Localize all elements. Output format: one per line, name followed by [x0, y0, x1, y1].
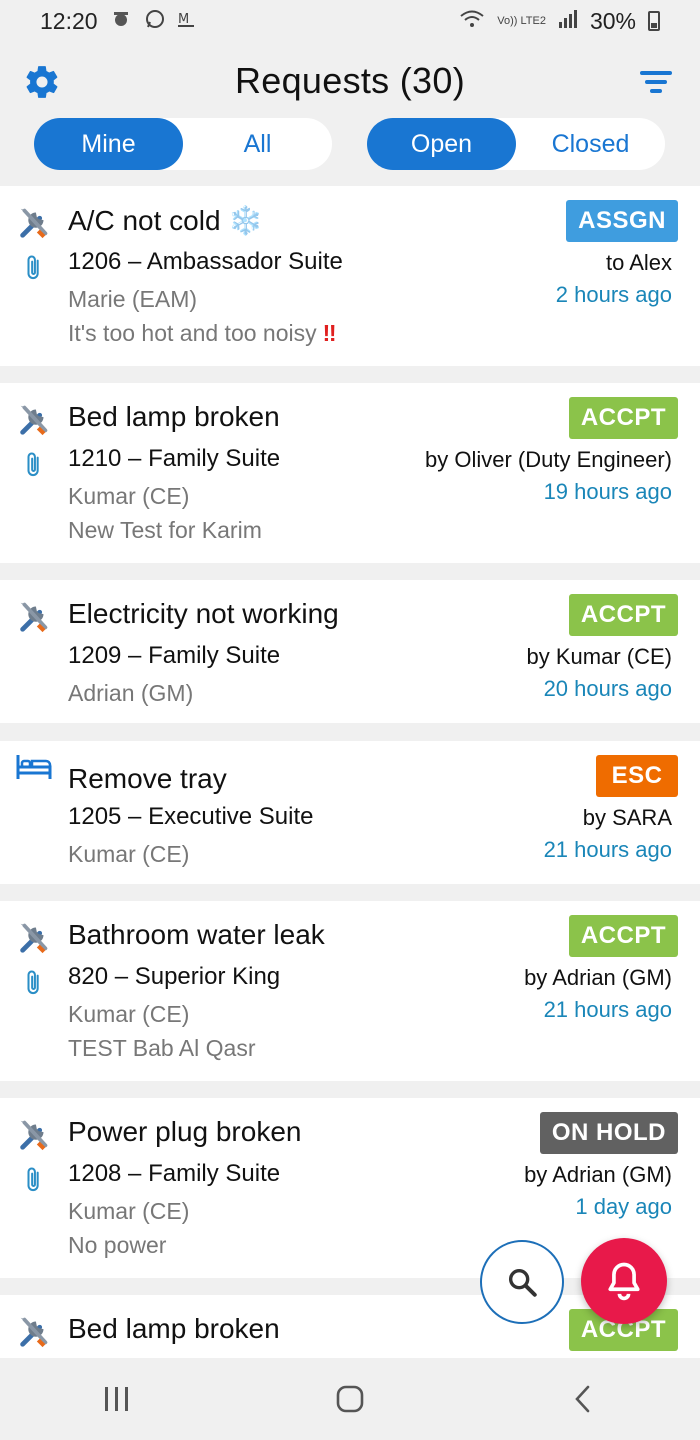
request-time: 21 hours ago	[543, 837, 672, 862]
svg-text:M: M	[178, 12, 189, 27]
request-assignee: by Adrian (GM)	[524, 965, 672, 990]
request-time: 2 hours ago	[555, 282, 672, 307]
battery-level: 30%	[589, 7, 636, 34]
request-assignee: by SARA	[582, 805, 672, 830]
segment-all[interactable]: All	[183, 118, 332, 170]
gear-icon	[26, 66, 58, 98]
request-time: 19 hours ago	[543, 479, 672, 504]
request-reporter: Marie (EAM)	[68, 286, 198, 312]
back-button[interactable]	[543, 1369, 623, 1429]
request-title: Bed lamp broken	[68, 401, 280, 432]
wrench-screwdriver-icon	[14, 1311, 54, 1351]
request-card[interactable]: Electricity not working 1209 – Family Su…	[0, 580, 700, 723]
request-room: 1208 – Family Suite	[68, 1160, 281, 1187]
signal-icon	[558, 8, 578, 35]
request-room: 1205 – Executive Suite	[68, 803, 314, 830]
state-toggle: Open Closed	[367, 118, 665, 170]
segment-closed[interactable]: Closed	[516, 118, 665, 170]
request-time: 21 hours ago	[543, 997, 672, 1022]
home-button[interactable]	[310, 1369, 390, 1429]
request-reporter: Adrian (GM)	[68, 680, 194, 706]
recent-apps-button[interactable]	[77, 1369, 157, 1429]
request-title: A/C not cold ❄️	[68, 205, 264, 236]
clock: 12:20	[40, 7, 98, 34]
network-label: Vo)) LTE2	[497, 14, 546, 27]
snowflake-emoji: ❄️	[228, 205, 264, 236]
request-room: 1206 – Ambassador Suite	[68, 248, 343, 275]
request-list: A/C not cold ❄️ 1206 – Ambassador Suite …	[0, 186, 700, 1358]
status-badge: ASSGN	[566, 200, 678, 242]
request-card[interactable]: A/C not cold ❄️ 1206 – Ambassador Suite …	[0, 186, 700, 366]
request-card[interactable]: Remove tray 1205 – Executive Suite Kumar…	[0, 741, 700, 884]
wrench-screwdriver-icon	[14, 399, 54, 439]
page-title: Requests (30)	[234, 60, 465, 101]
request-room: 1209 – Family Suite	[68, 642, 281, 669]
request-assignee: by Kumar (CE)	[526, 644, 672, 669]
whatsapp-icon	[144, 8, 166, 35]
status-badge: ESC	[596, 755, 678, 797]
wrench-screwdriver-icon	[14, 596, 54, 636]
request-title: Remove tray	[68, 763, 227, 794]
request-reporter: Kumar (CE)	[68, 483, 190, 509]
request-assignee: by Adrian (GM)	[524, 1162, 672, 1187]
owner-toggle: Mine All	[34, 118, 332, 170]
mail-icon: M	[177, 9, 196, 34]
request-room: 820 – Superior King	[68, 963, 281, 990]
request-note: New Test for Karim	[68, 517, 262, 543]
recent-apps-icon	[104, 1387, 128, 1411]
urgent-flag: ‼	[322, 320, 337, 346]
notification-bug-icon	[110, 8, 132, 35]
request-card[interactable]: Bathroom water leak 820 – Superior King …	[0, 901, 700, 1081]
wrench-screwdriver-icon	[14, 202, 54, 242]
request-reporter: Kumar (CE)	[68, 841, 190, 867]
status-bar: 12:20 M Vo)) LTE2 30%	[0, 0, 700, 42]
attachment-icon	[14, 963, 54, 1003]
request-room: 1210 – Family Suite	[68, 445, 281, 472]
system-nav-bar	[0, 1358, 700, 1440]
status-right: Vo)) LTE2 30%	[459, 8, 660, 35]
settings-button[interactable]	[22, 62, 62, 102]
request-card[interactable]: Bed lamp broken 1210 – Family Suite Kuma…	[0, 383, 700, 563]
request-title: Bed lamp broken	[68, 1313, 280, 1344]
request-note: It's too hot and too noisy ‼	[68, 320, 337, 346]
attachment-icon	[14, 248, 54, 288]
status-badge: ON HOLD	[539, 1112, 678, 1154]
attachment-icon	[14, 1160, 54, 1200]
request-assignee: by Oliver (Duty Engineer)	[425, 447, 672, 472]
segment-mine[interactable]: Mine	[34, 118, 183, 170]
wrench-screwdriver-icon	[14, 1114, 54, 1154]
battery-icon	[648, 11, 660, 31]
filter-icon	[640, 71, 672, 75]
bell-icon	[608, 1262, 640, 1301]
home-icon	[336, 1385, 364, 1413]
wifi-icon	[459, 8, 485, 35]
segment-controls: Mine All Open Closed	[0, 118, 700, 170]
status-left: 12:20 M	[40, 8, 196, 35]
status-badge: ACCPT	[568, 397, 678, 439]
request-title: Power plug broken	[68, 1116, 302, 1147]
request-title: Electricity not working	[68, 598, 339, 629]
new-request-button[interactable]	[581, 1238, 667, 1324]
request-time: 20 hours ago	[543, 676, 672, 701]
request-title: Bathroom water leak	[68, 919, 325, 950]
request-reporter: Kumar (CE)	[68, 1001, 190, 1027]
request-time: 1 day ago	[575, 1194, 672, 1219]
status-badge: ACCPT	[568, 915, 678, 957]
status-badge: ACCPT	[568, 594, 678, 636]
request-note: No power	[68, 1232, 167, 1258]
back-icon	[575, 1385, 590, 1413]
app-header: Requests (30)	[0, 50, 700, 112]
request-note: TEST Bab Al Qasr	[68, 1035, 256, 1061]
wrench-screwdriver-icon	[14, 917, 54, 957]
request-reporter: Kumar (CE)	[68, 1198, 190, 1224]
request-assignee: to Alex	[605, 250, 672, 275]
bed-icon	[14, 747, 54, 787]
filter-button[interactable]	[636, 62, 676, 102]
attachment-icon	[14, 445, 54, 485]
search-icon	[508, 1268, 537, 1297]
segment-open[interactable]: Open	[367, 118, 516, 170]
search-button[interactable]	[480, 1240, 564, 1324]
